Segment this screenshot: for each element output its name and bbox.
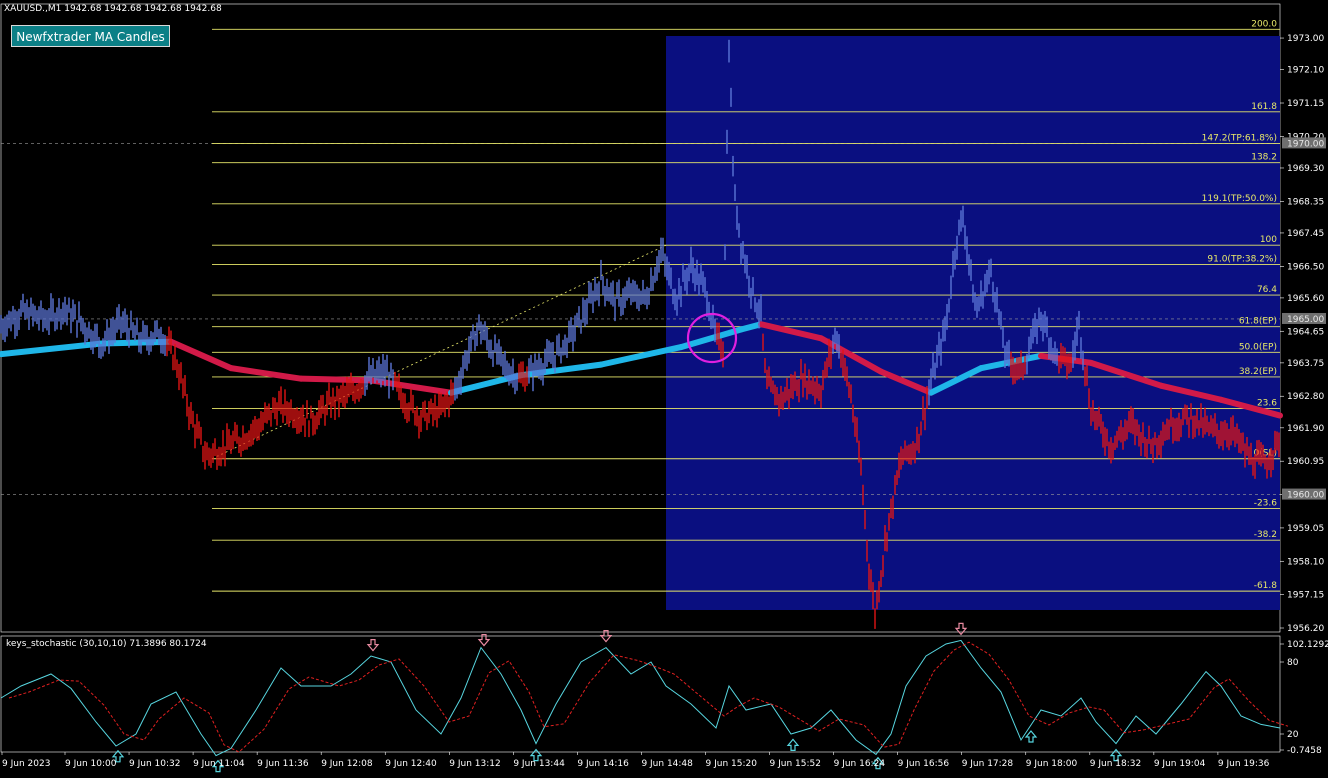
- fib-label: -38.2: [1254, 530, 1277, 540]
- sub-frame: [0, 635, 1281, 753]
- time-label: 9 Jun 16:56: [898, 759, 950, 769]
- fib-label: 38.2(EP): [1239, 367, 1277, 377]
- ma-segment: [0, 340, 104, 358]
- fib-label: 91.0(TP:38.2%): [1207, 255, 1277, 265]
- stochastic-title: keys_stochastic (30,10,10) 71.3896 80.17…: [6, 639, 207, 649]
- price-tick-label: 1964.65: [1287, 327, 1324, 337]
- fib-label: 76.4: [1257, 285, 1277, 295]
- time-label: 9 Jun 16:24: [834, 759, 886, 769]
- price-tick-label: 1966.50: [1287, 262, 1324, 272]
- level-label: 1960.00: [1287, 491, 1324, 501]
- time-label: 9 Jun 2023: [2, 759, 50, 769]
- stoch-signal-line: [8, 641, 1289, 753]
- fib-label: 200.0: [1251, 19, 1277, 29]
- time-label: 9 Jun 18:32: [1090, 759, 1141, 769]
- buy-arrow-icon: [1024, 730, 1038, 743]
- time-label: 9 Jun 10:00: [65, 759, 117, 769]
- buy-arrow-icon: [786, 738, 800, 751]
- time-label: 9 Jun 11:36: [257, 759, 309, 769]
- time-label: 9 Jun 14:48: [641, 759, 693, 769]
- price-tick-label: 1959.05: [1287, 524, 1324, 534]
- fib-label: -23.6: [1254, 499, 1278, 509]
- time-label: 9 Jun 12:40: [385, 759, 437, 769]
- stoch-scale-label: 20: [1287, 730, 1299, 740]
- fib-label: 119.1(TP:50.0%): [1202, 194, 1277, 204]
- price-tick-label: 1962.80: [1287, 392, 1324, 402]
- time-label: 9 Jun 14:16: [577, 759, 629, 769]
- fib-label: 100: [1260, 235, 1277, 245]
- sell-arrow-icon: [366, 639, 380, 652]
- chart-root[interactable]: 1973.00 1972.10 1971.15 1970.20 1969.30 1968.…: [0, 0, 1328, 774]
- time-label: 9 Jun 17:28: [962, 759, 1014, 769]
- time-label: 9 Jun 13:12: [449, 759, 500, 769]
- price-tick-label: 1969.30: [1287, 164, 1324, 174]
- stoch-scale-label: 102.1292: [1287, 640, 1328, 650]
- sell-arrow-icon: [954, 622, 968, 636]
- price-tick-label: 1968.35: [1287, 197, 1324, 207]
- stoch-scale-label: -0.7458: [1287, 746, 1322, 756]
- price-tick-label: 1973.00: [1287, 34, 1324, 44]
- time-label: 9 Jun 13:44: [513, 759, 565, 769]
- fib-label: 50.0(EP): [1239, 342, 1277, 352]
- time-label: 9 Jun 10:32: [129, 759, 180, 769]
- fib-label: 138.2: [1251, 153, 1277, 163]
- price-tick-label: 1967.45: [1287, 229, 1324, 239]
- price-tick-label: 1956.20: [1287, 624, 1324, 634]
- price-tick-label: 1963.75: [1287, 359, 1324, 369]
- fib-label: 147.2(TP:61.8%): [1202, 133, 1277, 143]
- time-label: 9 Jun 11:04: [193, 759, 245, 769]
- price-tick-label: 1972.10: [1287, 66, 1324, 76]
- fib-label: 61.8(EP): [1239, 317, 1277, 327]
- time-label: 9 Jun 12:08: [321, 759, 373, 769]
- stoch-scale-label: 80: [1287, 658, 1299, 668]
- indicator-button[interactable]: Newfxtrader MA Candles: [11, 25, 170, 47]
- price-tick-label: 1961.90: [1287, 424, 1324, 434]
- fib-label: -61.8: [1254, 581, 1278, 591]
- level-label: 1965.00: [1287, 315, 1324, 325]
- time-label: 9 Jun 15:20: [706, 759, 758, 769]
- level-label: 1970.00: [1287, 139, 1324, 149]
- main-chart[interactable]: 1973.001972.101971.151970.201969.301968.…: [0, 0, 1328, 774]
- price-tick-label: 1960.95: [1287, 457, 1324, 467]
- price-tick-label: 1958.10: [1287, 557, 1324, 567]
- time-label: 9 Jun 15:52: [770, 759, 821, 769]
- stoch-main-line: [0, 639, 1281, 757]
- price-tick-label: 1957.15: [1287, 591, 1324, 601]
- time-label: 9 Jun 19:04: [1154, 759, 1206, 769]
- price-tick-label: 1965.60: [1287, 294, 1324, 304]
- symbol-header: XAUUSD.,M1 1942.68 1942.68 1942.68 1942.…: [4, 4, 222, 14]
- fib-label: 161.8: [1251, 102, 1277, 112]
- time-label: 9 Jun 18:00: [1026, 759, 1078, 769]
- price-tick-label: 1971.15: [1287, 99, 1324, 109]
- time-label: 9 Jun 19:36: [1218, 759, 1270, 769]
- ma-segment: [168, 338, 234, 372]
- fib-label: 23.6: [1257, 399, 1277, 409]
